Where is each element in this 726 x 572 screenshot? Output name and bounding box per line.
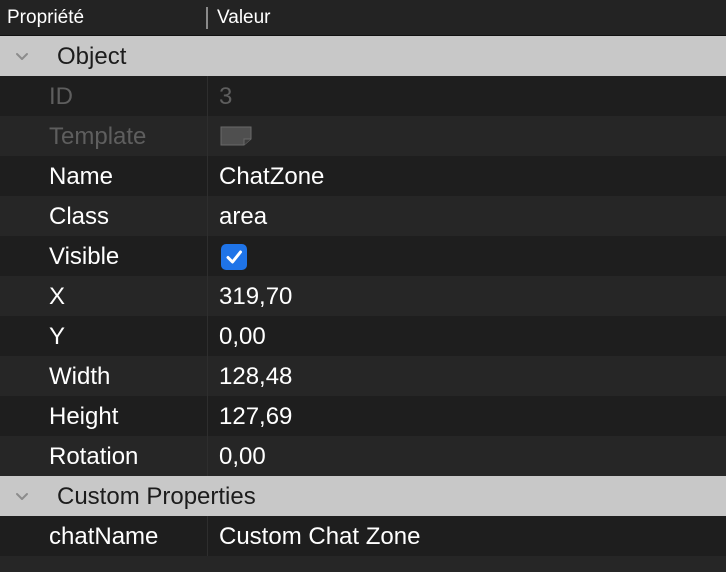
property-name-y: Y (49, 323, 66, 350)
property-row-height[interactable]: Height 127,69 (0, 396, 726, 436)
template-checkbox-icon (220, 126, 252, 146)
property-row-x[interactable]: X 319,70 (0, 276, 726, 316)
value-column-header[interactable]: Valeur (217, 6, 271, 30)
property-value-class[interactable]: area (219, 203, 267, 231)
column-divider (207, 196, 208, 236)
property-row-visible[interactable]: Visible (0, 236, 726, 276)
group-label-custom-properties: Custom Properties (57, 483, 256, 510)
column-divider (207, 76, 208, 116)
column-divider (207, 436, 208, 476)
property-name-chatname: chatName (49, 523, 159, 550)
property-value-rotation[interactable]: 0,00 (219, 443, 266, 471)
column-divider (207, 236, 208, 276)
checkmark-icon (226, 250, 242, 264)
column-divider (207, 276, 208, 316)
property-value-height[interactable]: 127,69 (219, 403, 292, 431)
property-name-id: ID (49, 83, 73, 110)
column-header: Propriété Valeur (0, 0, 726, 36)
property-name-rotation: Rotation (49, 443, 139, 470)
group-label-object: Object (57, 43, 127, 70)
property-value-width[interactable]: 128,48 (219, 363, 292, 391)
column-divider (207, 156, 208, 196)
column-divider (207, 316, 208, 356)
property-name-height: Height (49, 403, 119, 430)
column-divider (207, 356, 208, 396)
property-row-id: ID 3 (0, 76, 726, 116)
property-row-rotation[interactable]: Rotation 0,00 (0, 436, 726, 476)
group-header-object[interactable]: Object (0, 36, 726, 76)
property-column-header[interactable]: Propriété (7, 6, 84, 30)
property-value-name[interactable]: ChatZone (219, 163, 324, 191)
property-row-width[interactable]: Width 128,48 (0, 356, 726, 396)
column-divider (207, 116, 208, 156)
group-header-custom-properties[interactable]: Custom Properties (0, 476, 726, 516)
column-resize-handle[interactable] (206, 7, 208, 29)
property-row-template: Template (0, 116, 726, 156)
property-row-chatname[interactable]: chatName Custom Chat Zone (0, 516, 726, 556)
property-name-name: Name (49, 163, 114, 190)
property-value-chatname[interactable]: Custom Chat Zone (219, 523, 420, 551)
property-name-class: Class (49, 203, 110, 230)
property-name-visible: Visible (49, 243, 120, 270)
chevron-down-icon[interactable] (14, 489, 30, 503)
empty-row (0, 556, 726, 572)
property-name-template: Template (49, 123, 147, 150)
property-row-y[interactable]: Y 0,00 (0, 316, 726, 356)
property-name-x: X (49, 283, 66, 310)
property-row-class[interactable]: Class area (0, 196, 726, 236)
property-name-width: Width (49, 363, 111, 390)
property-value-y[interactable]: 0,00 (219, 323, 266, 351)
property-value-x[interactable]: 319,70 (219, 283, 292, 311)
visible-checkbox[interactable] (221, 244, 247, 270)
column-divider (207, 396, 208, 436)
chevron-down-icon[interactable] (14, 49, 30, 63)
property-row-name[interactable]: Name ChatZone (0, 156, 726, 196)
property-value-id: 3 (219, 83, 233, 110)
column-divider (207, 516, 208, 556)
